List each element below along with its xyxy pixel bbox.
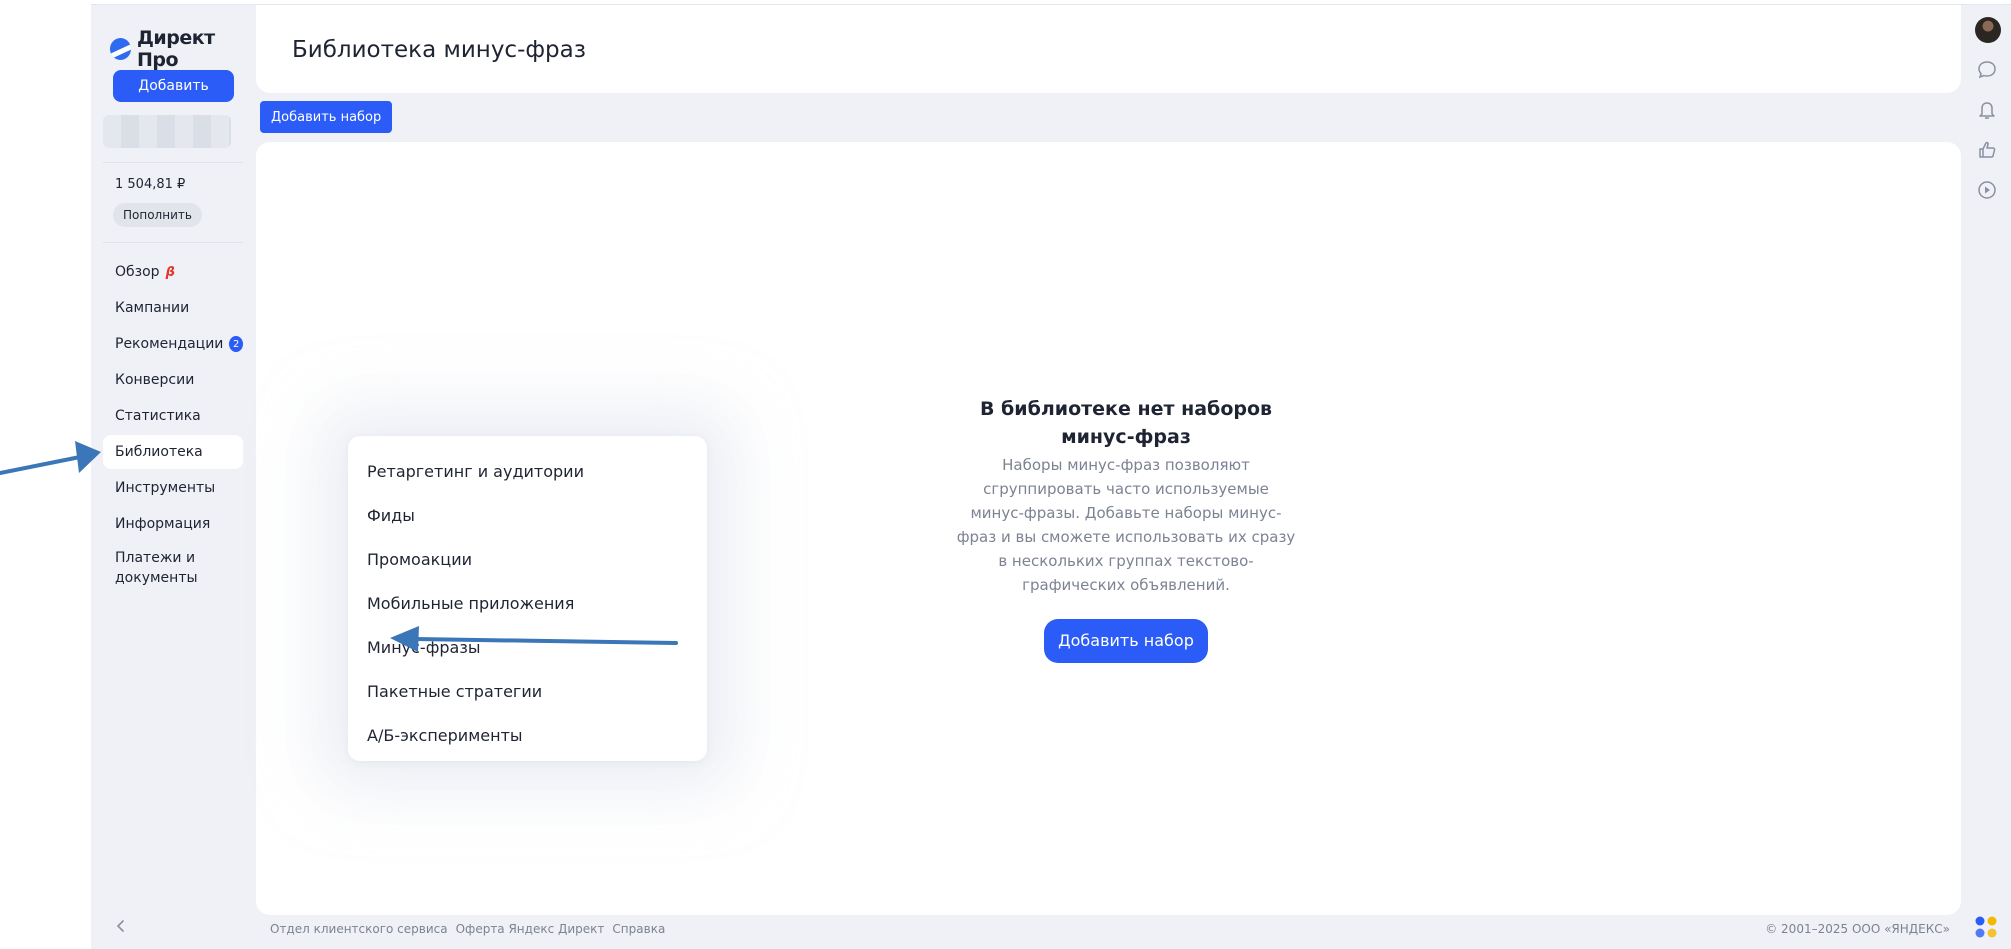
right-rail [1961,5,2011,949]
sidebar-item-conversions[interactable]: Конверсии [103,363,243,397]
submenu-item-mobile-apps[interactable]: Мобильные приложения [348,581,707,625]
avatar[interactable] [1975,17,2001,43]
add-button[interactable]: Добавить [113,70,234,102]
sidebar-item-label: Статистика [115,408,201,424]
sidebar-item-recommendations[interactable]: Рекомендации 2 [103,327,243,361]
empty-state-text: Наборы минус-фраз позволяют сгруппироват… [956,456,1296,594]
count-badge: 2 [229,336,243,352]
sidebar: Директ Про Добавить 1 504,81 ₽ Пополнить… [91,5,256,949]
beta-badge: β [165,264,175,280]
sidebar-item-overview[interactable]: Обзор β [103,255,243,289]
sidebar-item-label: Библиотека [115,444,203,460]
submenu-item-retargeting[interactable]: Ретаргетинг и аудитории [348,449,707,493]
sidebar-item-label: Инструменты [115,480,216,496]
footer-link-help[interactable]: Справка [612,922,665,936]
sidebar-item-payments[interactable]: Платежи и документы [103,543,213,591]
annotation-arrow-library [0,441,101,475]
logo-text: Директ Про [136,27,215,71]
sidebar-item-statistics[interactable]: Статистика [103,399,243,433]
sidebar-item-label: Обзор [115,264,160,280]
sidebar-item-campaigns[interactable]: Кампании [103,291,243,325]
submenu-item-negative-keywords[interactable]: Минус-фразы [348,625,707,669]
account-switcher[interactable] [103,115,231,148]
divider [103,242,243,243]
empty-state-title: В библиотеке нет наборов минус-фраз [979,398,1273,448]
direct-logo-icon [110,38,131,60]
bell-icon[interactable] [1975,98,1999,122]
submenu-item-promo[interactable]: Промоакции [348,537,707,581]
sidebar-item-label: Рекомендации [115,336,224,352]
sidebar-item-label: Платежи и документы [115,550,198,586]
submenu-item-package-strategies[interactable]: Пакетные стратегии [348,669,707,713]
submenu-item-ab-experiments[interactable]: А/Б-эксперименты [348,713,707,757]
submenu-item-feeds[interactable]: Фиды [348,493,707,537]
footer-links: Отдел клиентского сервиса Оферта Яндекс … [270,922,665,936]
app-window: Директ Про Добавить 1 504,81 ₽ Пополнить… [91,4,2011,949]
topup-button[interactable]: Пополнить [113,203,202,227]
page-title: Библиотека минус-фраз [292,37,586,63]
sidebar-item-library[interactable]: Библиотека [103,435,243,469]
empty-state-add-set-button[interactable]: Добавить набор [1044,619,1208,663]
sidebar-item-label: Информация [115,516,211,532]
sidebar-item-tools[interactable]: Инструменты [103,471,243,505]
chat-icon[interactable] [1975,58,1999,82]
copyright: © 2001–2025 ООО «ЯНДЕКС» [1765,922,1950,936]
sidebar-nav: Обзор β Кампании Рекомендации 2 Конверси… [103,255,243,593]
add-set-button[interactable]: Добавить набор [260,101,393,133]
thumbs-up-icon[interactable] [1975,138,1999,162]
services-grid-icon[interactable] [1974,915,1998,939]
play-circle-icon[interactable] [1975,178,1999,202]
library-submenu: Ретаргетинг и аудитории Фиды Промоакции … [348,436,707,761]
footer-link-support[interactable]: Отдел клиентского сервиса [270,922,448,936]
sidebar-item-label: Кампании [115,300,190,316]
page-header: Библиотека минус-фраз [256,5,1961,93]
empty-state: В библиотеке нет наборов минус-фраз Набо… [956,395,1296,663]
chevron-left-icon[interactable] [115,920,127,932]
footer-link-offer[interactable]: Оферта Яндекс Директ [456,922,605,936]
logo[interactable]: Директ Про [110,27,256,71]
sidebar-item-label: Конверсии [115,372,195,388]
sidebar-item-information[interactable]: Информация [103,507,243,541]
divider [103,162,243,163]
balance: 1 504,81 ₽ [115,177,186,192]
